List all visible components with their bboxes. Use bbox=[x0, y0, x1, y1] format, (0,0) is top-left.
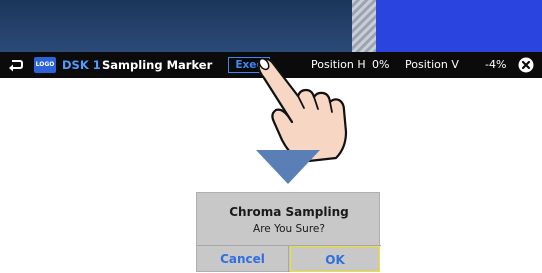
close-icon[interactable] bbox=[518, 57, 534, 73]
ok-button[interactable]: OK bbox=[290, 246, 380, 272]
dialog-message: Are You Sure? bbox=[253, 223, 325, 235]
preview-image bbox=[0, 0, 542, 52]
logo-icon: LOGO bbox=[34, 57, 56, 73]
position-h-value[interactable]: 0% bbox=[372, 52, 389, 78]
position-v-value[interactable]: -4% bbox=[485, 52, 506, 78]
preview-pattern bbox=[352, 0, 376, 52]
cancel-button[interactable]: Cancel bbox=[197, 246, 289, 272]
toolbar-title: Sampling Marker bbox=[102, 58, 213, 72]
dsk-label: DSK 1 bbox=[62, 58, 101, 72]
tap-hand-icon bbox=[257, 57, 348, 162]
position-v-label: Position V bbox=[405, 58, 459, 71]
confirm-dialog: Chroma Sampling Are You Sure? Cancel OK bbox=[196, 192, 381, 272]
back-arrow-icon[interactable] bbox=[6, 52, 26, 78]
dialog-title: Chroma Sampling bbox=[229, 205, 349, 219]
preview-blue-area bbox=[376, 0, 542, 52]
down-arrow-icon bbox=[256, 150, 320, 184]
